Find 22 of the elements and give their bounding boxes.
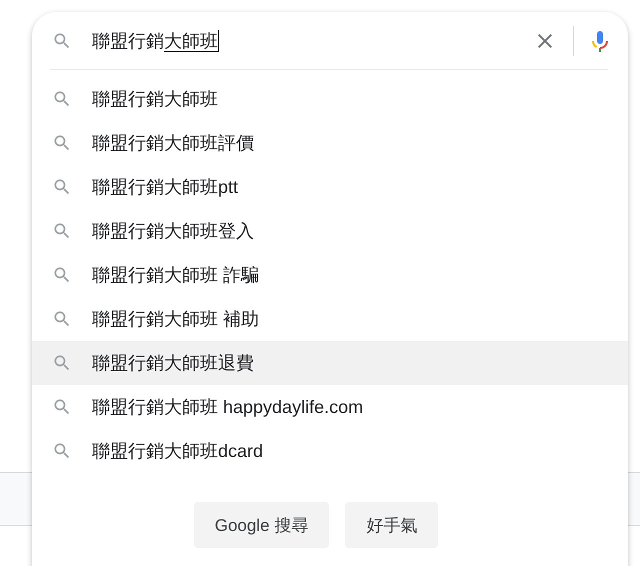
suggestion-item[interactable]: 聯盟行銷大師班登入 [32, 209, 628, 253]
suggestion-item[interactable]: 聯盟行銷大師班ptt [32, 165, 628, 209]
search-icon [52, 265, 72, 285]
search-icon [52, 177, 72, 197]
suggestion-item[interactable]: 聯盟行銷大師班 happydaylife.com [32, 385, 628, 429]
search-icon [52, 309, 72, 329]
search-icon [52, 133, 72, 153]
search-icon [52, 441, 72, 461]
suggestion-item[interactable]: 聯盟行銷大師班dcard [32, 429, 628, 473]
suggestion-item[interactable]: 聯盟行銷大師班評價 [32, 121, 628, 165]
suggestion-item[interactable]: 聯盟行銷大師班 補助 [32, 297, 628, 341]
lucky-button[interactable]: 好手氣 [345, 502, 438, 548]
suggestion-item[interactable]: 聯盟行銷大師班 [32, 77, 628, 121]
search-icon [52, 221, 72, 241]
search-icon [52, 30, 72, 50]
suggestion-item[interactable]: 聯盟行銷大師班 詐騙 [32, 253, 628, 297]
search-button[interactable]: Google 搜尋 [194, 502, 330, 548]
search-field[interactable]: 聯盟行銷大師班 [92, 28, 529, 52]
search-icon [52, 353, 72, 373]
search-icon [52, 397, 72, 417]
search-icon [52, 89, 72, 109]
suggestion-item[interactable]: 聯盟行銷大師班退費 [32, 341, 628, 385]
